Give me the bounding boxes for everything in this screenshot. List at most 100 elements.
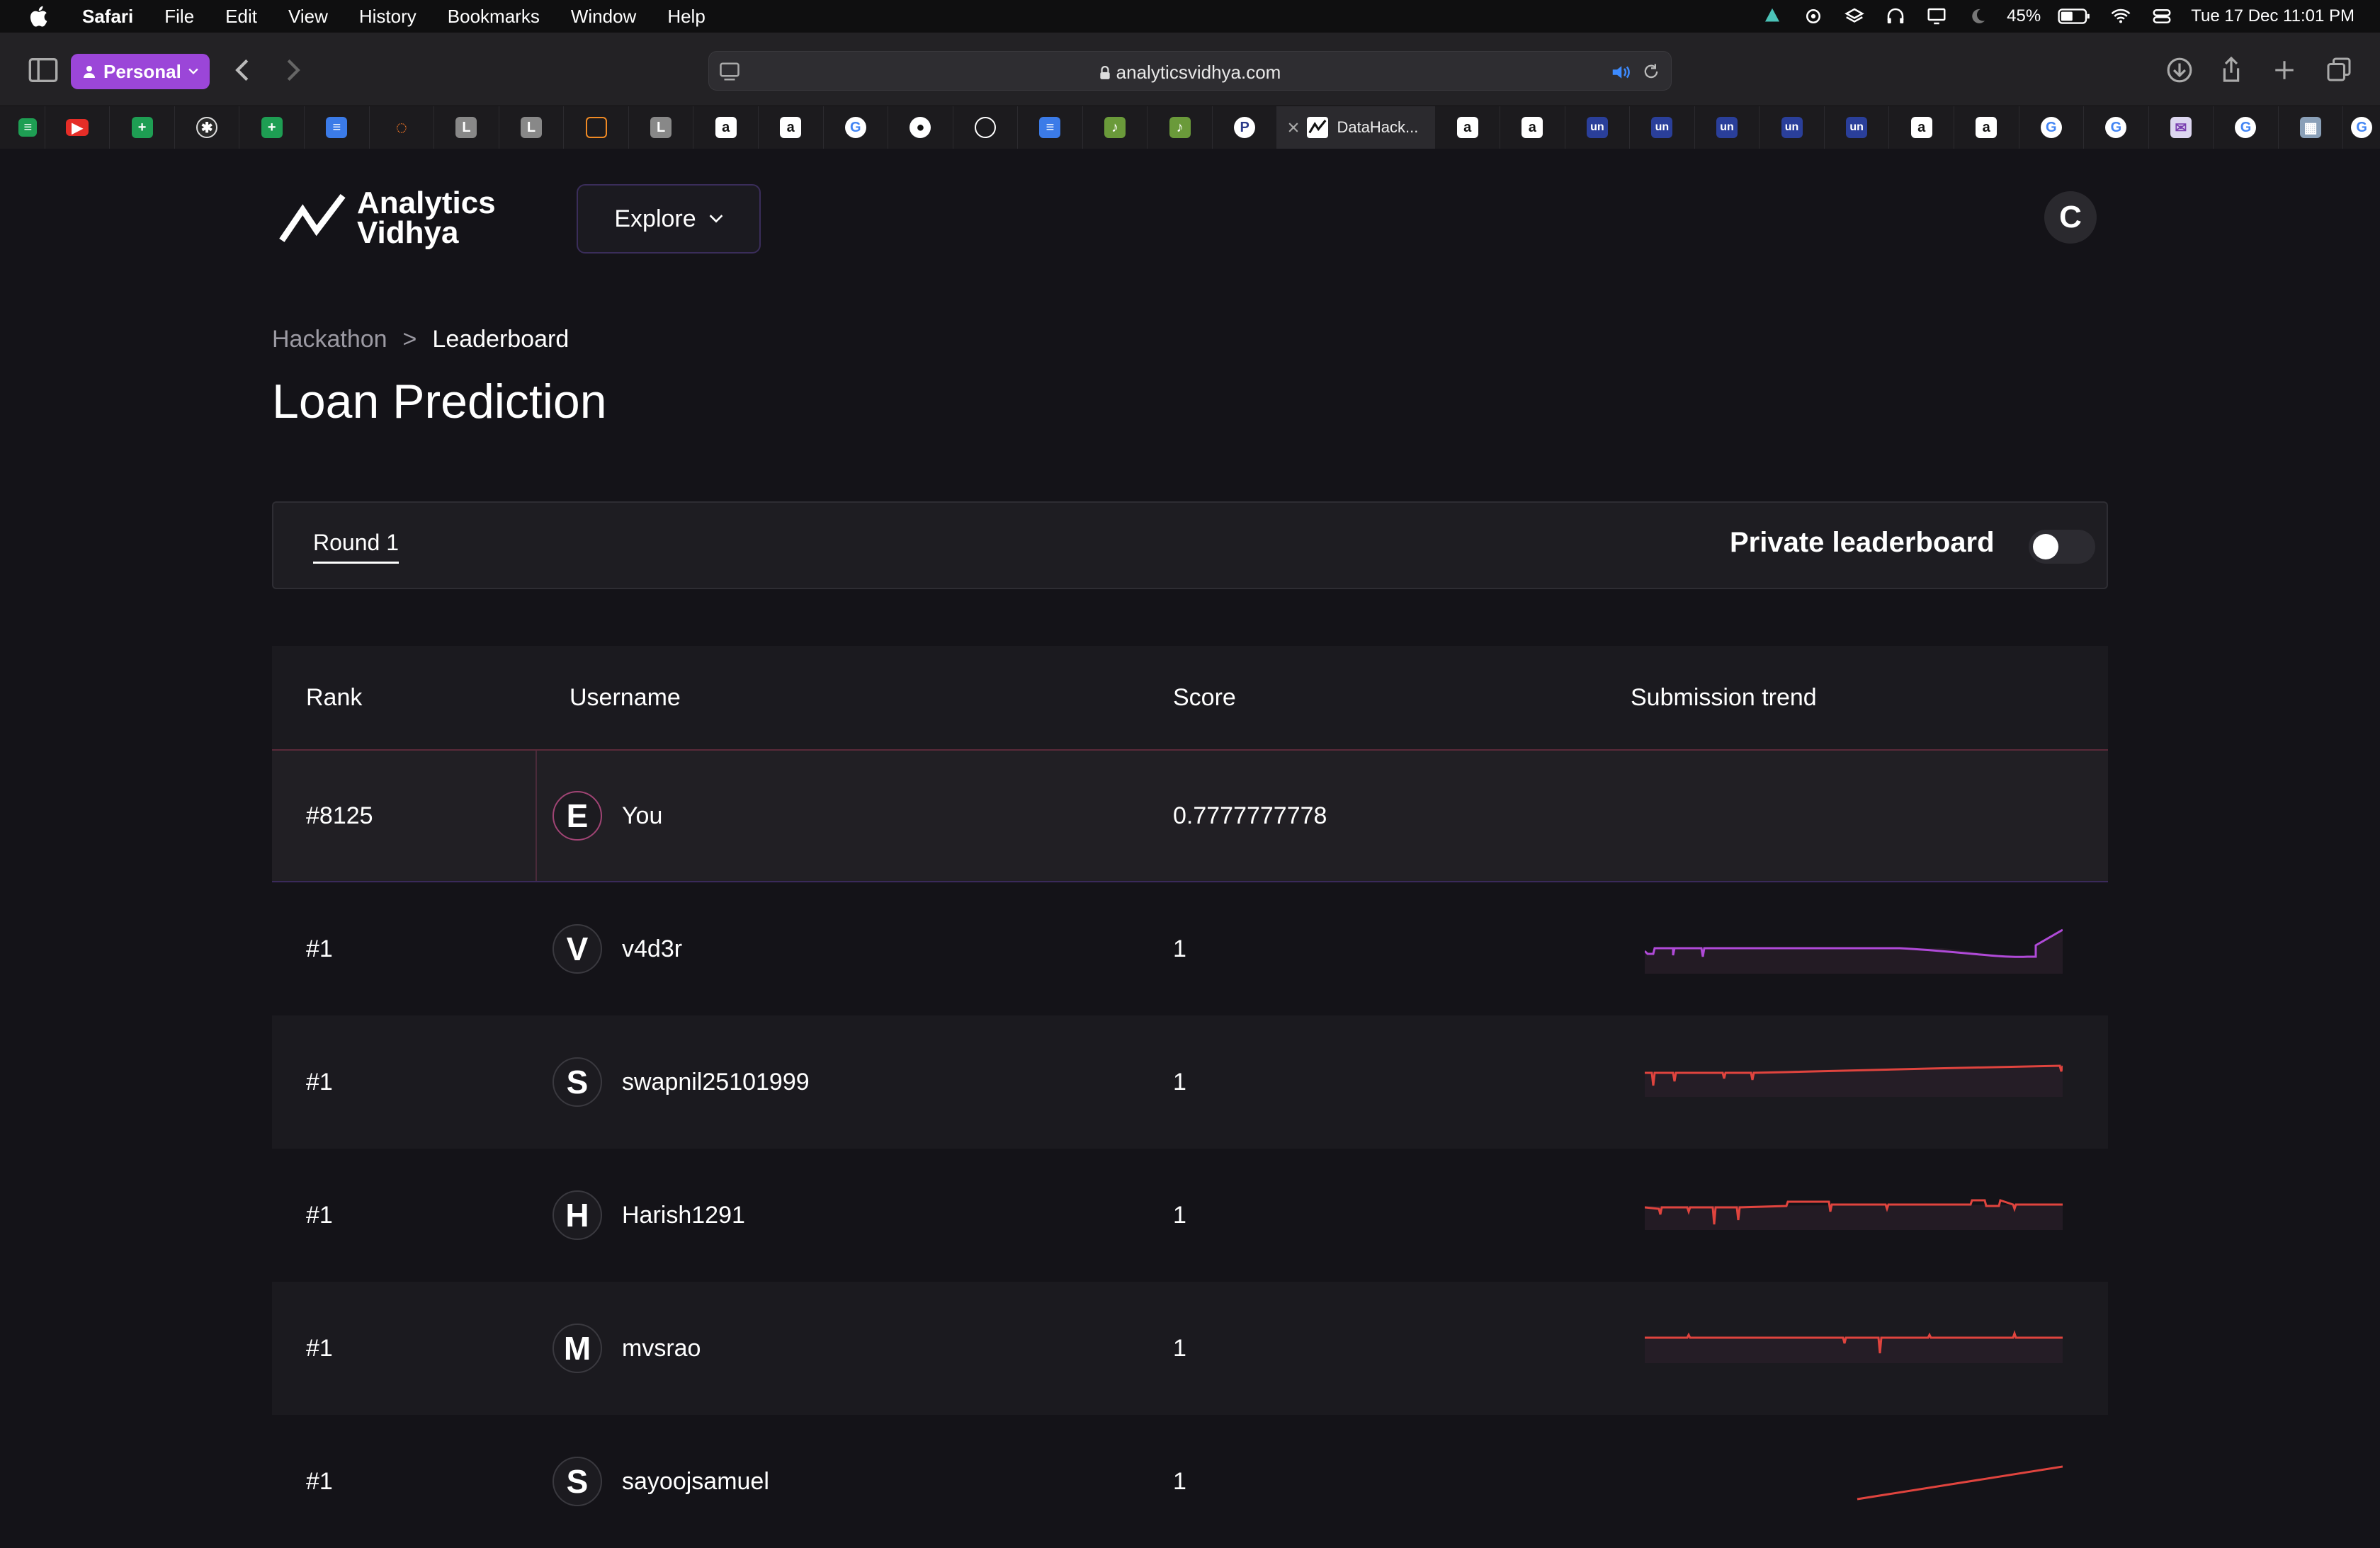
tab-google-1[interactable]: G: [824, 106, 889, 149]
avatar: H: [552, 1190, 602, 1240]
menu-help[interactable]: Help: [667, 6, 705, 28]
tab-sheets[interactable]: ≡: [11, 106, 45, 149]
submission-trend-sparkline: [1645, 1330, 2063, 1363]
menu-edit[interactable]: Edit: [225, 6, 257, 28]
table-row[interactable]: #1 S sayoojsamuel 1: [272, 1415, 2108, 1548]
tab-bar: ≡ ▶ + ✱ + ≡ ◌ L L L a a G ● ≡ ♪ ♪ P Data…: [0, 106, 2380, 149]
share-icon[interactable]: [2220, 55, 2243, 84]
headphones-icon[interactable]: [1883, 6, 1908, 27]
tab-docs[interactable]: ≡: [305, 106, 370, 149]
menu-history[interactable]: History: [359, 6, 416, 28]
tab-sheets-3[interactable]: +: [239, 106, 305, 149]
close-tab-icon[interactable]: [1288, 123, 1299, 132]
forward-icon[interactable]: [285, 58, 302, 82]
explore-dropdown[interactable]: Explore: [577, 184, 761, 254]
header-rank: Rank: [306, 683, 363, 711]
tab-github-1[interactable]: ●: [888, 106, 953, 149]
table-row[interactable]: #1 M mvsrao 1: [272, 1282, 2108, 1415]
sheets-icon: +: [261, 117, 283, 138]
tab-google-4[interactable]: G: [2214, 106, 2279, 149]
tab-amazon-4[interactable]: a: [1500, 106, 1565, 149]
menu-view[interactable]: View: [288, 6, 328, 28]
tab-un-2[interactable]: un: [1630, 106, 1695, 149]
music-icon: ♪: [1169, 117, 1191, 138]
submission-trend-sparkline: [1645, 928, 2063, 974]
tab-docs-2[interactable]: ≡: [1018, 106, 1083, 149]
speaker-icon[interactable]: [1610, 63, 1631, 81]
menu-app-name[interactable]: Safari: [82, 6, 133, 28]
tab-un-4[interactable]: un: [1760, 106, 1825, 149]
app-status-icon[interactable]: [1760, 6, 1784, 27]
google-icon: G: [2040, 117, 2062, 138]
person-icon: [84, 66, 95, 78]
amazon-icon: a: [1522, 117, 1543, 138]
tab-youtube[interactable]: ▶: [45, 106, 110, 149]
username: v4d3r: [622, 935, 683, 962]
tab-google-5[interactable]: G: [2343, 106, 2380, 149]
score-cell: 1: [1173, 1201, 1186, 1229]
layers-icon[interactable]: [1842, 6, 1866, 27]
tab-github-2[interactable]: [953, 106, 1019, 149]
wifi-icon[interactable]: [2109, 6, 2133, 27]
tab-un-5[interactable]: un: [1825, 106, 1890, 149]
private-leaderboard-toggle[interactable]: [2029, 530, 2095, 564]
tab-file[interactable]: [564, 106, 629, 149]
profile-button[interactable]: Personal: [71, 54, 210, 89]
moon-icon[interactable]: [1966, 6, 1990, 27]
header-username: Username: [570, 683, 681, 711]
back-icon[interactable]: [234, 58, 251, 82]
tab-un-3[interactable]: un: [1695, 106, 1760, 149]
tab-amazon-5[interactable]: a: [1889, 106, 1954, 149]
tab-amazon-2[interactable]: a: [759, 106, 824, 149]
tab-chatgpt[interactable]: ✱: [175, 106, 240, 149]
tab-l2[interactable]: L: [499, 106, 565, 149]
tab-green-2[interactable]: ♪: [1148, 106, 1213, 149]
rank-cell: #1: [306, 1201, 333, 1229]
new-tab-icon[interactable]: [2272, 58, 2296, 82]
submission-trend-sparkline: [1857, 1465, 2063, 1501]
lock-icon: [1100, 66, 1110, 79]
tab-pattern[interactable]: ▦: [2279, 106, 2344, 149]
control-center-icon[interactable]: [2150, 6, 2174, 27]
sidebar-toggle-icon[interactable]: [28, 58, 58, 82]
tab-active-datahack[interactable]: DataHack...: [1277, 106, 1436, 149]
tab-un-1[interactable]: un: [1565, 106, 1631, 149]
username: swapnil25101999: [622, 1068, 810, 1095]
table-row-you[interactable]: #8125 E You 0.7777777778: [272, 749, 2108, 882]
menu-file[interactable]: File: [164, 6, 194, 28]
tab-green-1[interactable]: ♪: [1083, 106, 1148, 149]
tab-amazon-1[interactable]: a: [693, 106, 759, 149]
tab-l3[interactable]: L: [629, 106, 694, 149]
table-row[interactable]: #1 V v4d3r 1: [272, 882, 2108, 1015]
table-row[interactable]: #1 H Harish1291 1: [272, 1149, 2108, 1282]
tab-amazon-3[interactable]: a: [1435, 106, 1501, 149]
clock[interactable]: Tue 17 Dec 11:01 PM: [2191, 6, 2354, 26]
display-icon[interactable]: [1925, 6, 1949, 27]
avatar: S: [552, 1457, 602, 1506]
chevron-down-icon: [709, 215, 722, 223]
reload-icon[interactable]: [1641, 62, 1661, 81]
page-title: Loan Prediction: [272, 375, 607, 428]
breadcrumb-hackathon[interactable]: Hackathon: [272, 326, 387, 353]
url-display[interactable]: analyticsvidhya.com: [709, 62, 1671, 84]
tab-l1[interactable]: L: [434, 106, 499, 149]
tab-google-3[interactable]: G: [2084, 106, 2149, 149]
menu-window[interactable]: Window: [571, 6, 636, 28]
apple-icon[interactable]: [27, 4, 52, 29]
tab-round-1[interactable]: Round 1: [313, 530, 399, 564]
tab-sheets-2[interactable]: +: [110, 106, 175, 149]
tab-amazon-6[interactable]: a: [1954, 106, 2019, 149]
menu-bookmarks[interactable]: Bookmarks: [448, 6, 540, 28]
downloads-icon[interactable]: [2166, 57, 2193, 84]
gear-status-icon[interactable]: [1801, 6, 1825, 27]
tab-p[interactable]: P: [1213, 106, 1278, 149]
table-row[interactable]: #1 S swapnil25101999 1: [272, 1015, 2108, 1149]
address-bar[interactable]: analyticsvidhya.com: [708, 51, 1672, 91]
battery-icon[interactable]: [2058, 6, 2092, 27]
tab-jupyter[interactable]: ◌: [370, 106, 435, 149]
site-logo[interactable]: Analytics Vidhya: [278, 188, 496, 249]
tab-mail[interactable]: ✉: [2149, 106, 2214, 149]
tab-google-2[interactable]: G: [2019, 106, 2085, 149]
user-avatar[interactable]: C: [2044, 191, 2097, 244]
tab-overview-icon[interactable]: [2326, 57, 2352, 82]
